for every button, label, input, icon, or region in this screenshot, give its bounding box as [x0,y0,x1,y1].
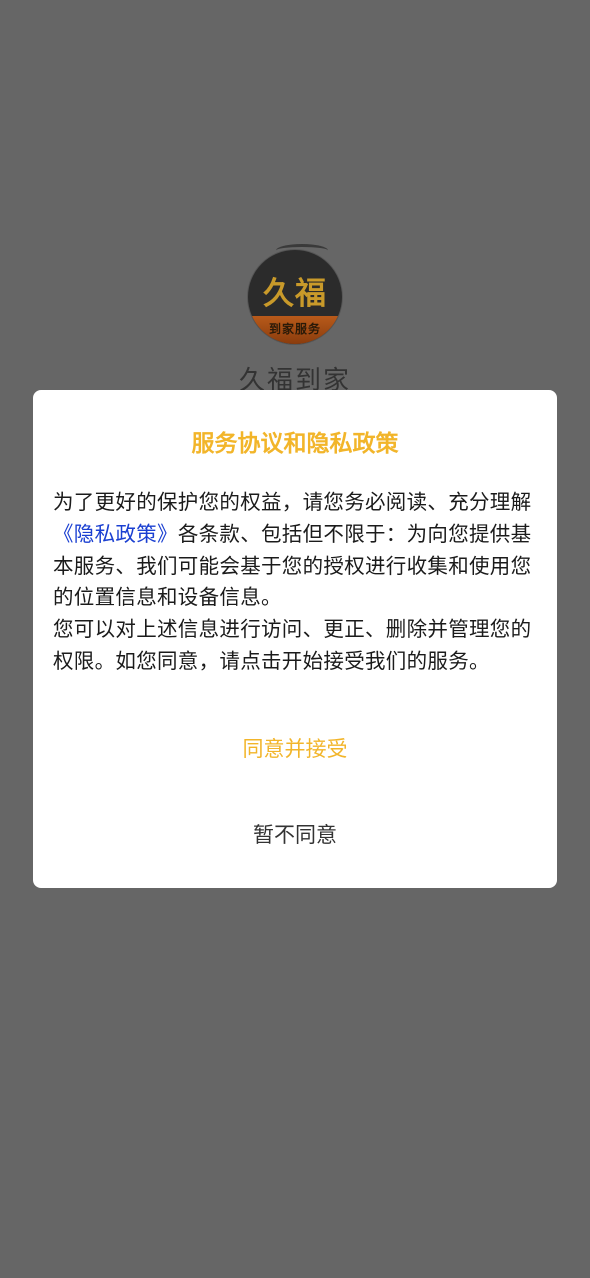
paragraph-1-text-before: 为了更好的保护您的权益，请您务必阅读、充分理解 [53,490,532,514]
dialog-title: 服务协议和隐私政策 [191,431,399,457]
dialog-body: 为了更好的保护您的权益，请您务必阅读、充分理解《隐私政策》各条款、包括但不限于：… [53,487,541,678]
privacy-policy-link[interactable]: 《隐私政策》 [53,522,178,546]
decline-button[interactable]: 暂不同意 [33,812,557,856]
app-logo: 久福 到家服务 [248,250,342,344]
privacy-dialog: 服务协议和隐私政策 为了更好的保护您的权益，请您务必阅读、充分理解《隐私政策》各… [33,390,557,888]
dialog-paragraph-1: 为了更好的保护您的权益，请您务必阅读、充分理解《隐私政策》各条款、包括但不限于：… [53,487,541,614]
logo-sub-text: 到家服务 [268,322,321,336]
agree-button[interactable]: 同意并接受 [33,726,557,770]
logo-main-text: 久福 [263,276,327,312]
dialog-paragraph-2: 您可以对上述信息进行访问、更正、删除并管理您的权限。如您同意，请点击开始接受我们… [53,617,532,673]
